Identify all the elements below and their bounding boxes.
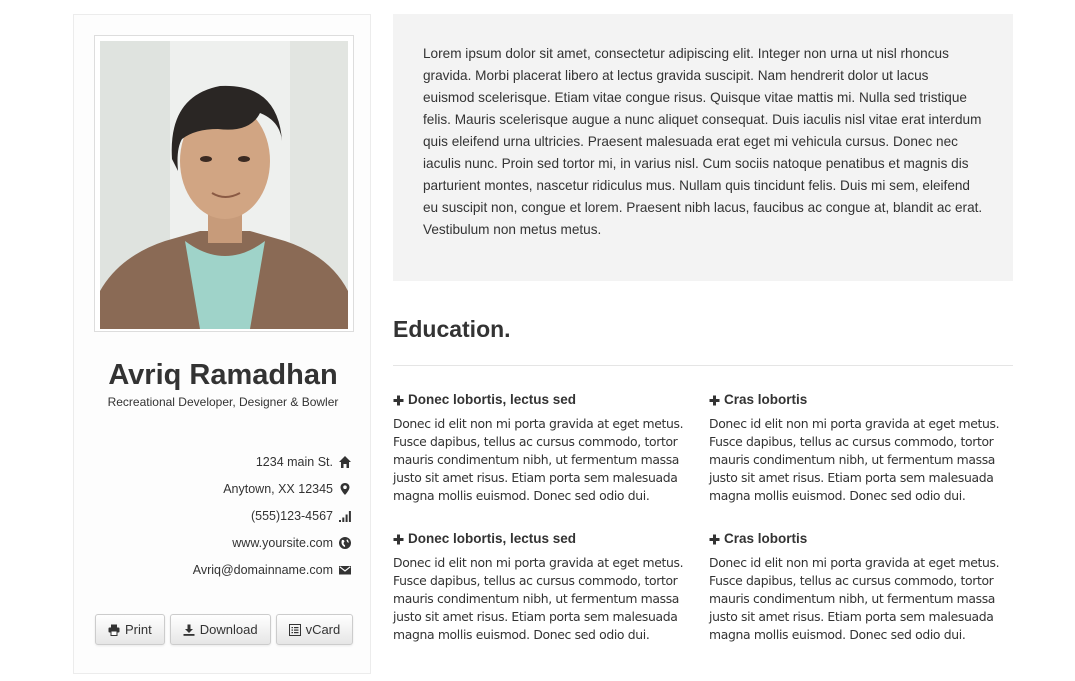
education-item-text: Donec id elit non mi porta gravida at eg…: [393, 416, 684, 503]
about-panel: Lorem ipsum dolor sit amet, consectetur …: [393, 14, 1013, 281]
education-item-heading: Donec lobortis, lectus sed: [393, 530, 685, 548]
contact-phone: (555)123-4567: [92, 502, 352, 529]
education-title: Education.: [393, 316, 511, 342]
contact-address-text: 1234 main St.: [255, 454, 333, 469]
contact-city: Anytown, XX 12345: [92, 475, 352, 502]
contact-address: 1234 main St.: [92, 448, 352, 475]
contact-city-text: Anytown, XX 12345: [223, 481, 333, 496]
contact-email: Avriq@domainname.com: [92, 556, 352, 583]
globe-icon: [338, 536, 352, 550]
download-icon: [183, 624, 195, 636]
education-item-heading-text: Donec lobortis, lectus sed: [408, 531, 577, 546]
plus-icon: [709, 534, 720, 544]
print-button-label: Print: [125, 622, 152, 637]
contact-website-text[interactable]: www.yoursite.com: [232, 536, 333, 550]
education-item-heading: Cras lobortis: [709, 530, 1001, 548]
contact-phone-text: (555)123-4567: [250, 508, 333, 523]
download-button[interactable]: Download: [169, 614, 271, 645]
education-item-heading-text: Donec lobortis, lectus sed: [408, 392, 577, 407]
education-item-heading: Cras lobortis: [709, 391, 1001, 409]
contact-website: www.yoursite.com: [92, 529, 352, 556]
education-item-heading: Donec lobortis, lectus sed: [393, 391, 685, 409]
education-item: Cras lobortis Donec id elit non mi porta…: [709, 530, 1001, 644]
profile-photo-frame: [94, 35, 354, 332]
action-buttons: Print Download vCard: [95, 614, 354, 645]
list-alt-icon: [288, 623, 301, 636]
education-item: Cras lobortis Donec id elit non mi porta…: [709, 391, 1001, 505]
profile-photo: [100, 41, 348, 329]
profile-tagline: Recreational Developer, Designer & Bowle…: [107, 395, 339, 409]
home-icon: [338, 455, 352, 469]
plus-icon: [393, 395, 404, 405]
education-item: Donec lobortis, lectus sed Donec id elit…: [393, 530, 685, 644]
vcard-button-label: vCard: [305, 622, 341, 637]
map-marker-icon: [338, 482, 352, 496]
contact-list: 1234 main St. Anytown, XX 12345 (555)123…: [92, 448, 352, 583]
envelope-icon: [338, 563, 352, 577]
plus-icon: [393, 534, 404, 544]
education-item: Donec lobortis, lectus sed Donec id elit…: [393, 391, 685, 505]
about-text: Lorem ipsum dolor sit amet, consectetur …: [423, 46, 983, 237]
signal-icon: [338, 509, 352, 523]
education-item-text: Donec id elit non mi porta gravida at eg…: [709, 555, 1000, 642]
section-divider: [393, 365, 1013, 366]
print-icon: [108, 624, 120, 636]
contact-email-text[interactable]: Avriq@domainname.com: [193, 563, 333, 577]
profile-name: Avriq Ramadhan: [108, 359, 338, 391]
plus-icon: [709, 395, 720, 405]
education-item-heading-text: Cras lobortis: [724, 392, 808, 407]
education-item-text: Donec id elit non mi porta gravida at eg…: [393, 555, 684, 642]
vcard-button[interactable]: vCard: [275, 614, 354, 645]
education-item-text: Donec id elit non mi porta gravida at eg…: [709, 416, 1000, 503]
download-button-label: Download: [199, 622, 258, 637]
print-button[interactable]: Print: [95, 614, 165, 645]
education-item-heading-text: Cras lobortis: [724, 531, 808, 546]
profile-sidebar: Avriq Ramadhan Recreational Developer, D…: [73, 14, 371, 674]
